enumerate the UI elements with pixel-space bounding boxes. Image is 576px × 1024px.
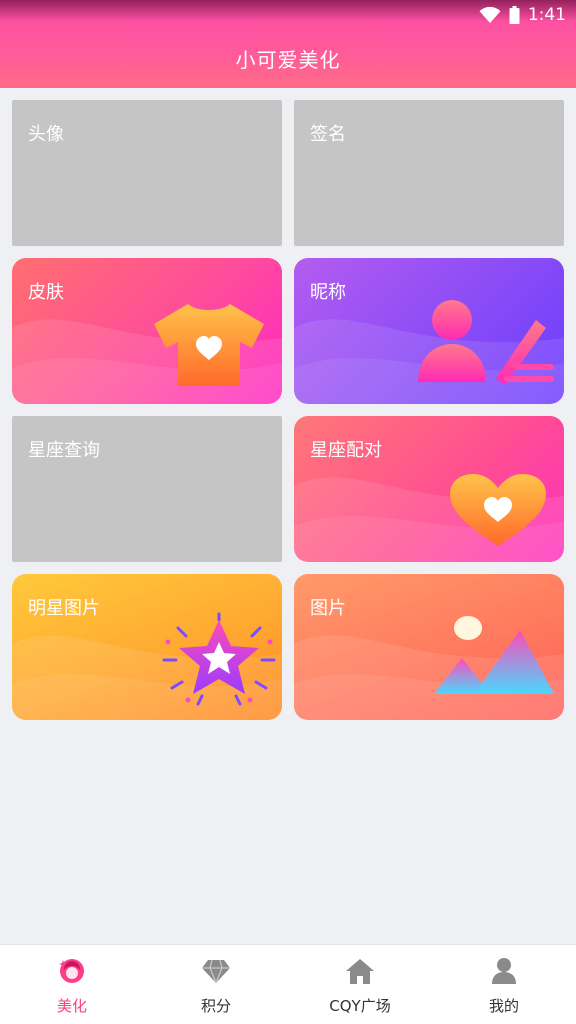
card-skin[interactable]: 皮肤 xyxy=(12,258,282,404)
card-nickname[interactable]: 昵称 xyxy=(294,258,564,404)
card-label: 图片 xyxy=(310,598,346,619)
person-icon xyxy=(488,955,520,987)
card-horoscope-query[interactable]: 星座查询 xyxy=(12,416,282,562)
tab-label: 我的 xyxy=(488,997,519,1015)
tab-square[interactable]: CQY广场 xyxy=(288,945,432,1024)
card-label: 星座查询 xyxy=(28,440,100,461)
user-pen-icon xyxy=(418,300,554,384)
status-bar: 1:41 xyxy=(479,4,566,26)
app-header: 1:41 小可爱美化 xyxy=(0,0,576,88)
card-label: 皮肤 xyxy=(28,282,64,303)
wifi-icon xyxy=(479,6,501,24)
card-avatar[interactable]: 头像 xyxy=(12,100,282,246)
tab-mine[interactable]: 我的 xyxy=(432,945,576,1024)
battery-icon xyxy=(509,6,520,24)
page-title: 小可爱美化 xyxy=(235,48,341,72)
tab-label: 积分 xyxy=(200,997,231,1015)
card-label: 明星图片 xyxy=(28,598,100,619)
heart-icon xyxy=(450,474,546,546)
star-burst-icon xyxy=(162,612,276,706)
bottom-tab-bar: 美化 积分 CQY广场 我的 xyxy=(0,944,576,1024)
home-icon xyxy=(344,955,376,987)
card-label: 星座配对 xyxy=(310,440,382,461)
card-label: 头像 xyxy=(28,124,64,145)
feature-grid: 头像 签名 皮肤 昵称 星座查询 星座配对 明星图片 图片 xyxy=(12,100,564,720)
tab-points[interactable]: 积分 xyxy=(144,945,288,1024)
card-label: 昵称 xyxy=(310,282,346,303)
diamond-icon xyxy=(200,955,232,987)
card-horoscope-match[interactable]: 星座配对 xyxy=(294,416,564,562)
tab-label: 美化 xyxy=(56,997,87,1015)
landscape-icon xyxy=(434,616,554,694)
card-label: 签名 xyxy=(310,124,346,145)
tab-label: CQY广场 xyxy=(329,997,391,1015)
status-time: 1:41 xyxy=(527,5,566,25)
card-celebrity-pictures[interactable]: 明星图片 xyxy=(12,574,282,720)
card-pictures[interactable]: 图片 xyxy=(294,574,564,720)
tab-beautify[interactable]: 美化 xyxy=(0,945,144,1024)
tshirt-heart-icon xyxy=(154,304,264,386)
girl-face-icon xyxy=(56,955,88,987)
card-signature[interactable]: 签名 xyxy=(294,100,564,246)
